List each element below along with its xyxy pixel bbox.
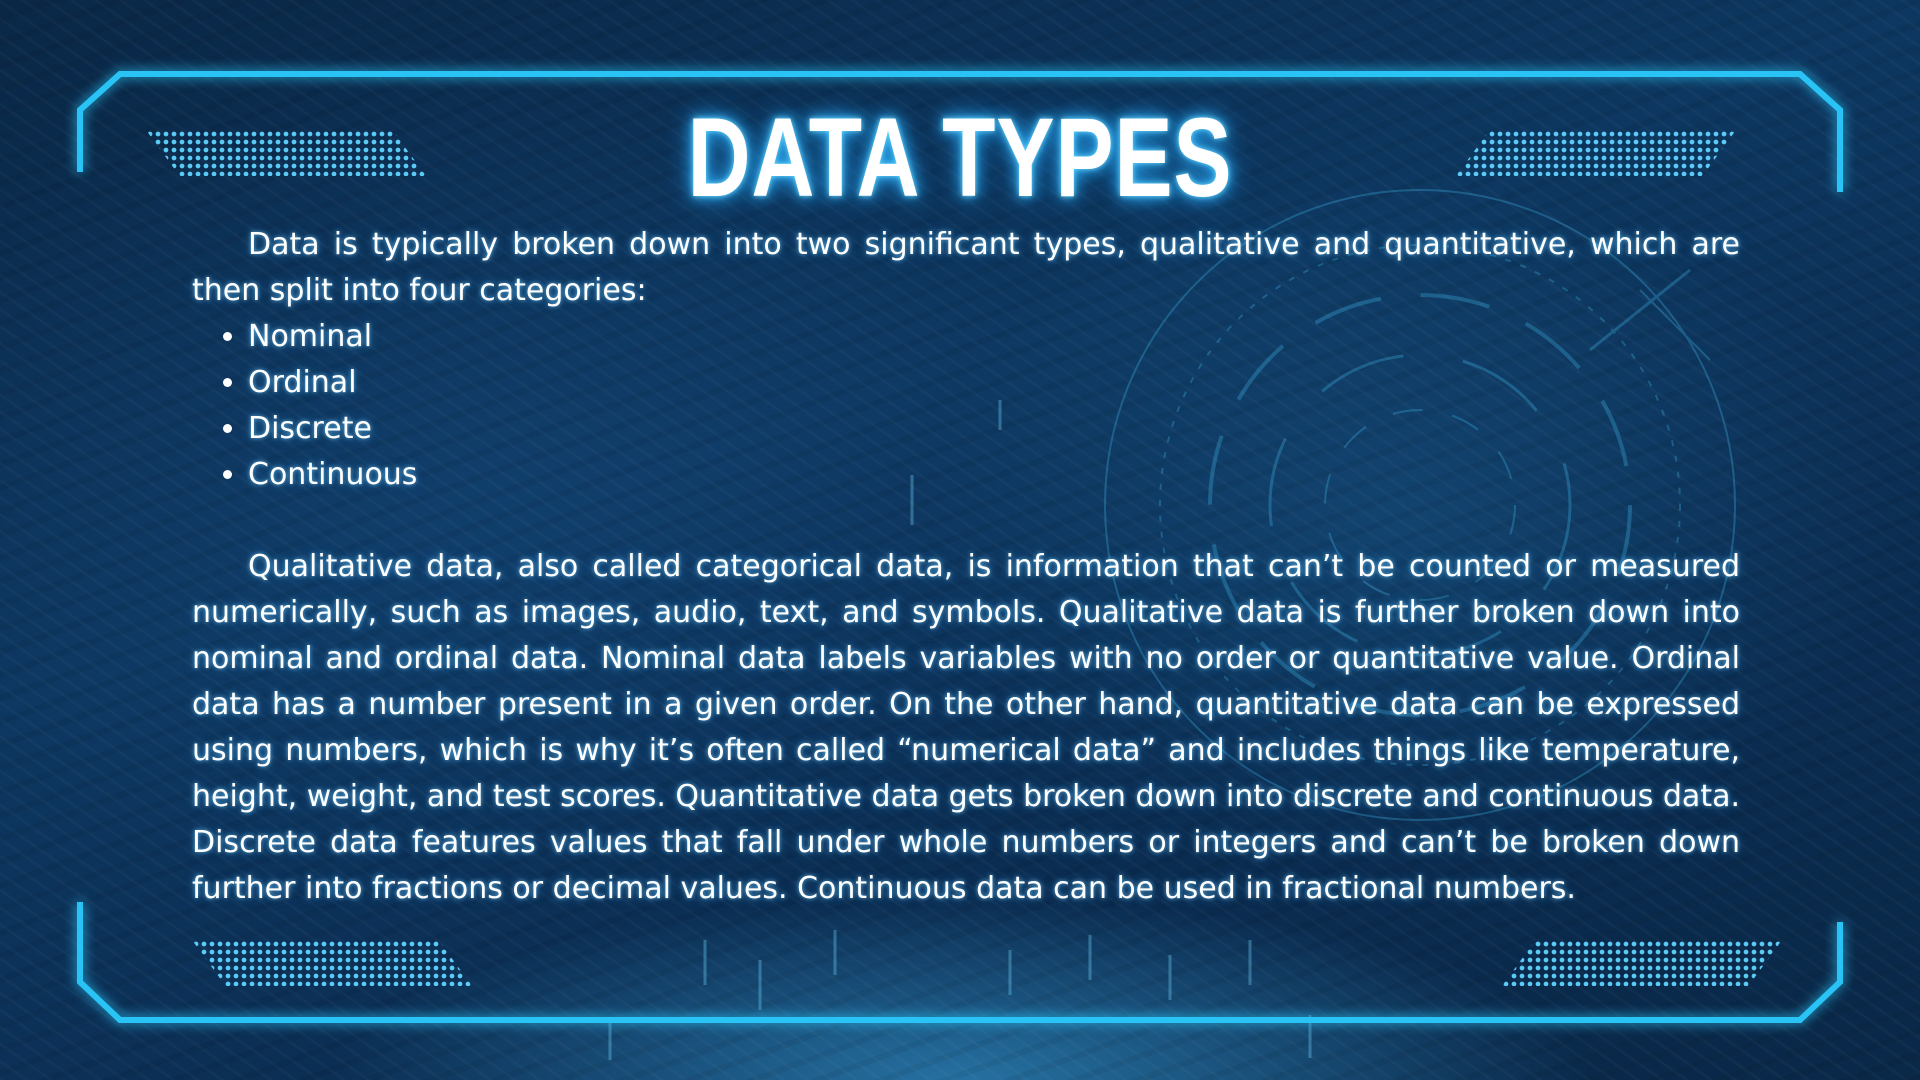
dot-pattern-bottom-right: [1502, 940, 1782, 986]
body-paragraph: Qualitative data, also called categorica…: [192, 549, 1740, 906]
list-item: Continuous: [248, 452, 1740, 498]
list-item: Discrete: [248, 406, 1740, 452]
intro-paragraph: Data is typically broken down into two s…: [192, 227, 1740, 308]
list-item: Nominal: [248, 314, 1740, 360]
category-list: Nominal Ordinal Discrete Continuous: [192, 314, 1740, 498]
slide-content: Data is typically broken down into two s…: [192, 222, 1740, 912]
slide: DATA TYPES Data is typically broken down…: [0, 0, 1920, 1080]
dot-pattern-bottom-left: [192, 940, 472, 986]
list-item: Ordinal: [248, 360, 1740, 406]
slide-title: DATA TYPES: [687, 95, 1233, 220]
